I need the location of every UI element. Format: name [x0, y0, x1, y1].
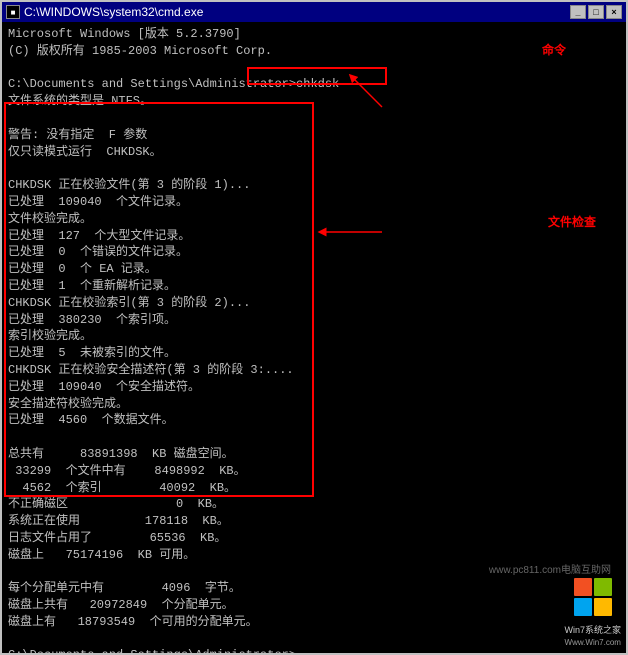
file-check-arrow — [302, 202, 432, 262]
cmd-window: ■ C:\WINDOWS\system32\cmd.exe _ □ × Micr… — [0, 0, 628, 655]
maximize-button[interactable]: □ — [588, 5, 604, 19]
win7-logo-area: Win7系统之家 Www.Win7.com — [564, 576, 621, 648]
win7-logo-icon — [572, 576, 614, 618]
console-text: Microsoft Windows [版本 5.2.3790] (C) 版权所有… — [8, 26, 620, 653]
command-arrow — [302, 52, 422, 112]
window-icon: ■ — [6, 5, 20, 19]
title-bar: ■ C:\WINDOWS\system32\cmd.exe _ □ × — [2, 2, 626, 22]
window-title: C:\WINDOWS\system32\cmd.exe — [24, 5, 203, 19]
window-controls[interactable]: _ □ × — [570, 5, 622, 19]
win7-url: Www.Win7.com — [564, 637, 621, 648]
command-annotation: 命令 — [542, 42, 566, 59]
file-check-annotation: 文件检查 — [548, 214, 596, 231]
win7-brand: Win7系统之家 — [564, 624, 621, 637]
close-button[interactable]: × — [606, 5, 622, 19]
console-output: Microsoft Windows [版本 5.2.3790] (C) 版权所有… — [2, 22, 626, 653]
minimize-button[interactable]: _ — [570, 5, 586, 19]
